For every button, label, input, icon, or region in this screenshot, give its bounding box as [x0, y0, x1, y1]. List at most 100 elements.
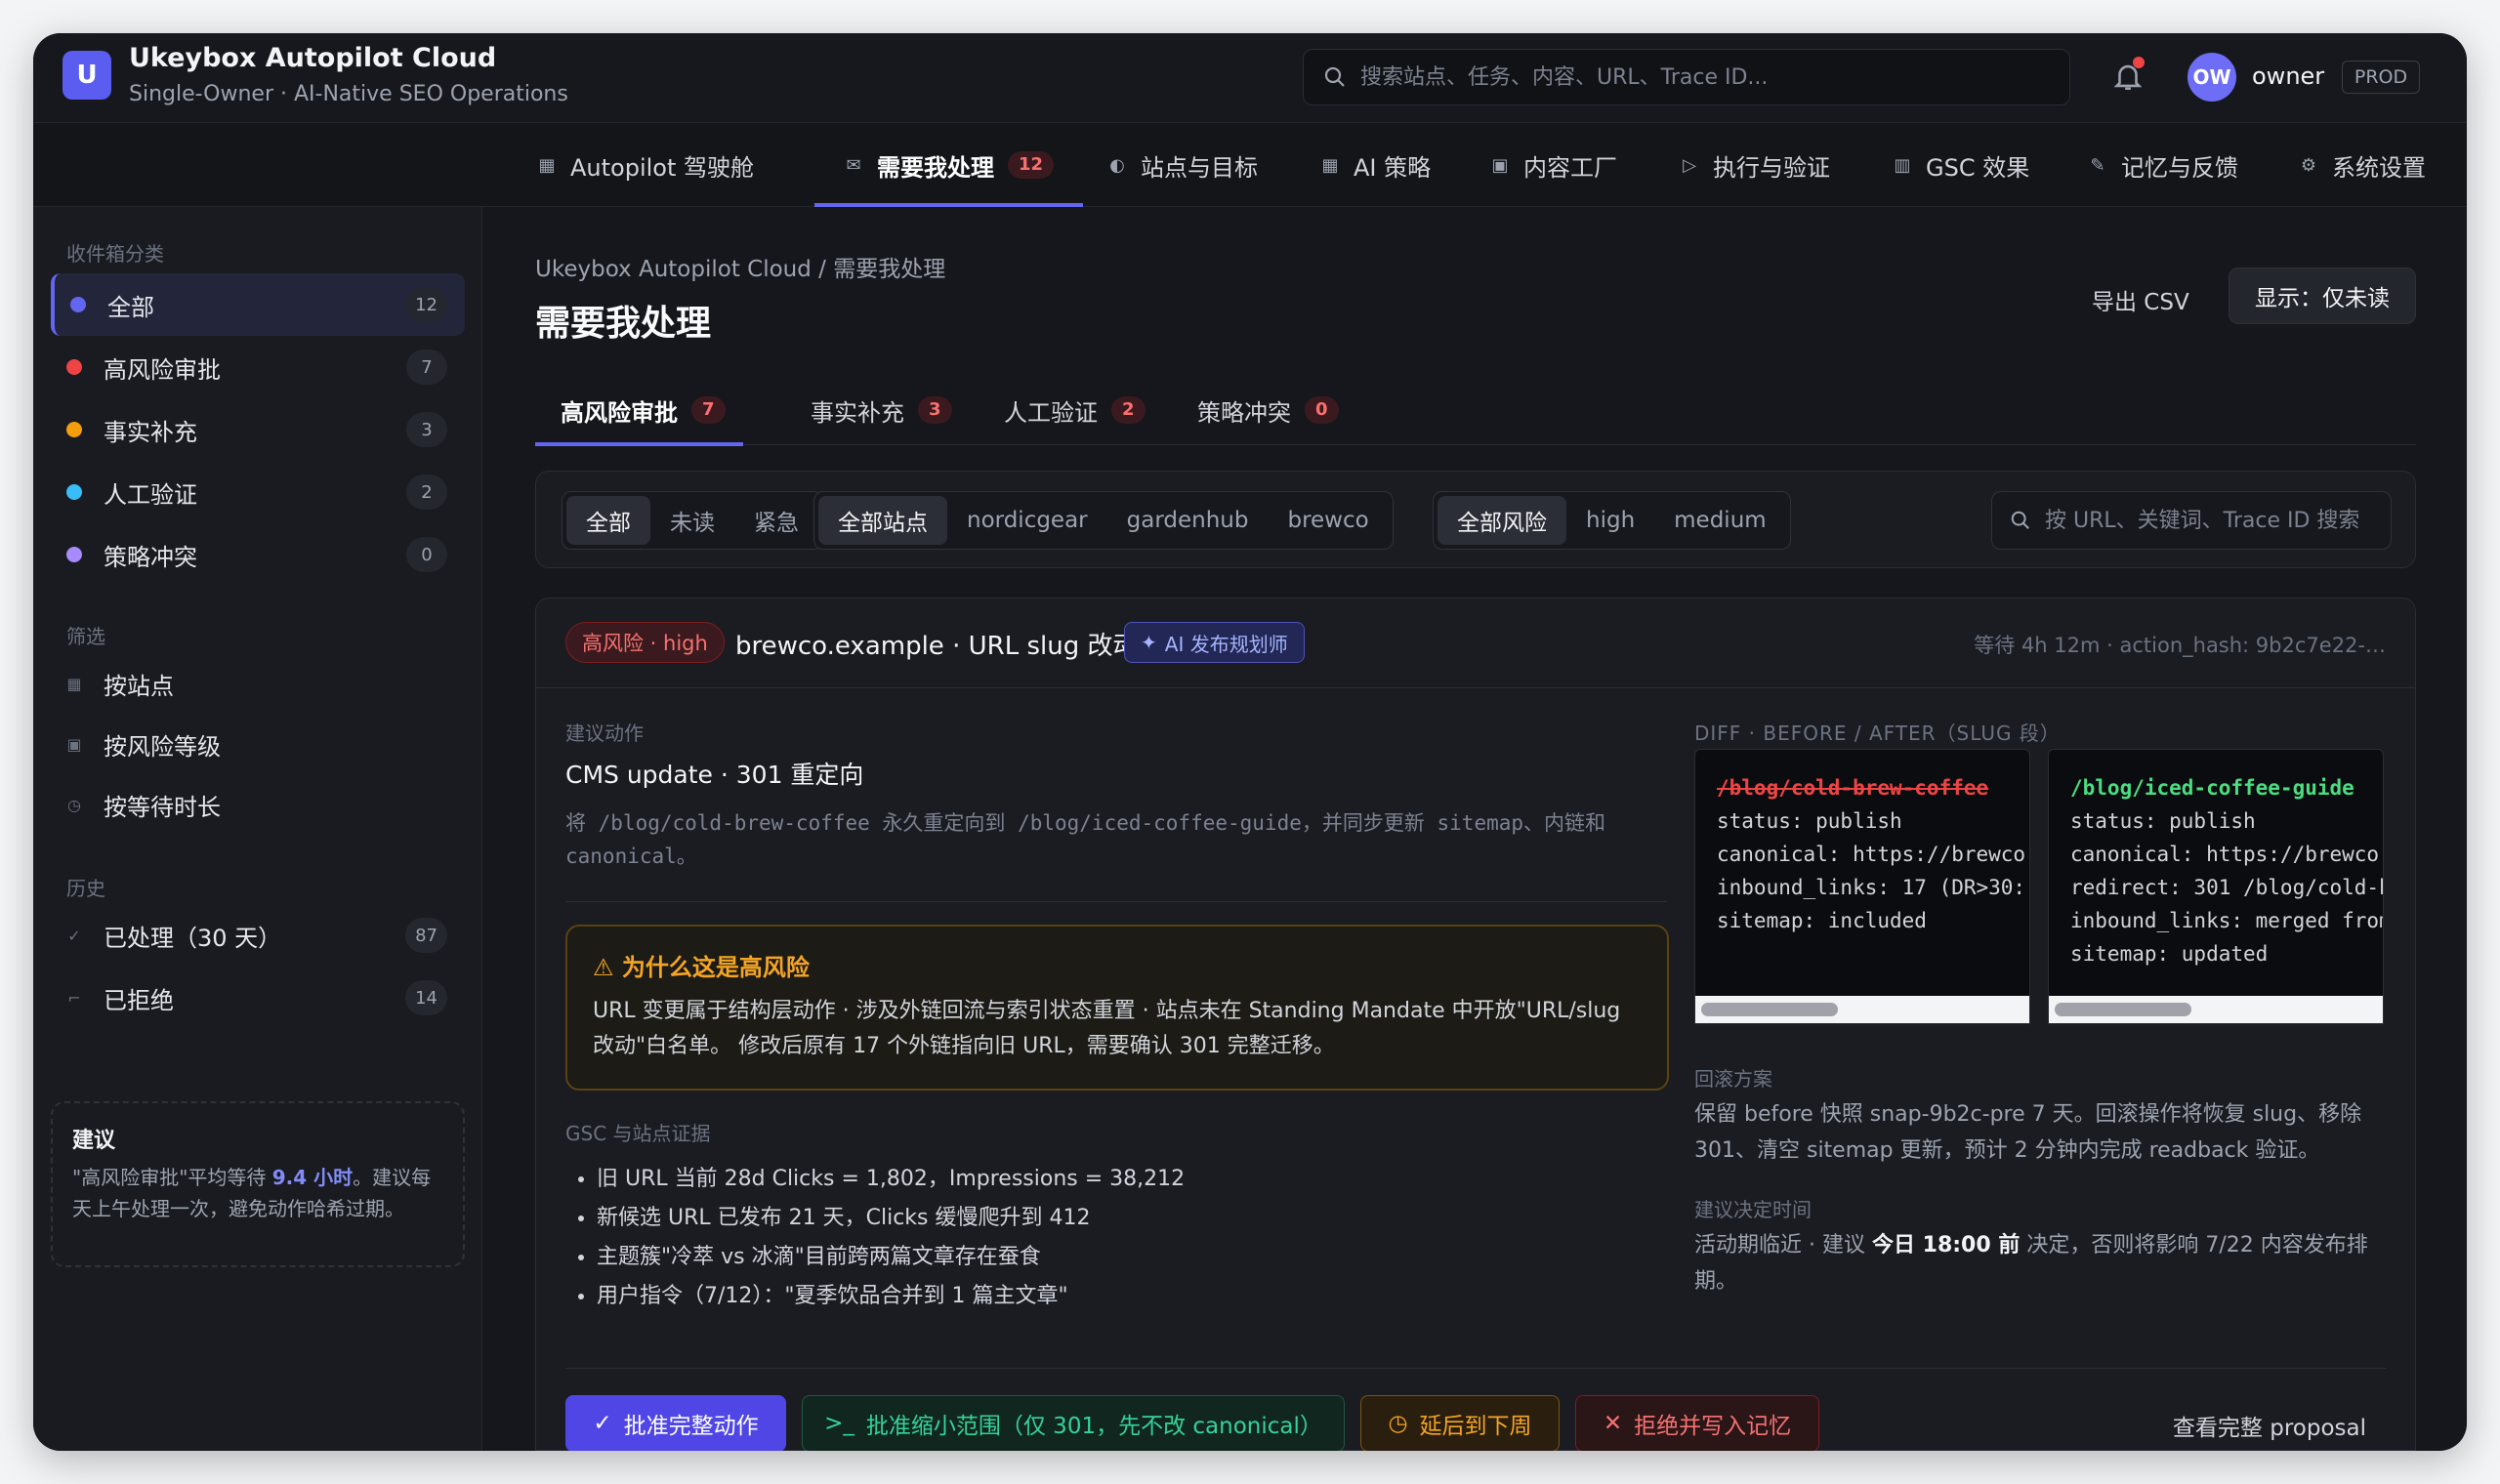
rollback-text: 保留 before 快照 snap-9b2c-pre 7 天。回滚操作将恢复 s… — [1694, 1102, 2362, 1163]
sidebar-item-label: 已拒绝 — [104, 986, 174, 1014]
global-search-input[interactable] — [1360, 64, 2044, 90]
filter-search-input[interactable] — [2045, 508, 2377, 533]
sidebar-history-processed[interactable]: ✓ 已处理（30 天） 87 — [51, 904, 465, 967]
diff-before-code: /blog/cold-brew-coffee status: publish c… — [1695, 750, 2029, 959]
scrollbar-thumb[interactable] — [1701, 1003, 1838, 1016]
top-bar: U Ukeybox Autopilot Cloud Single-Owner ·… — [33, 33, 2467, 123]
approve-narrow-button[interactable]: >_ 批准缩小范围（仅 301，先不改 canonical） — [802, 1395, 1345, 1451]
show-unread-button[interactable]: 显示：仅未读 — [2229, 268, 2416, 324]
evidence-list: 旧 URL 当前 28d Clicks = 1,802，Impressions … — [565, 1160, 1669, 1316]
nav-inbox[interactable]: ✉ 需要我处理 12 — [813, 123, 1084, 207]
nav-autopilot[interactable]: ▦ Autopilot 驾驶舱 — [537, 123, 754, 207]
code-line: redirect: 301 /blog/cold-brew-coffee — [2070, 876, 2383, 899]
filter-urgent[interactable]: 紧急 — [734, 496, 818, 545]
sidebar-item-high-risk[interactable]: 高风险审批 7 — [51, 336, 465, 398]
filter-unread[interactable]: 未读 — [650, 496, 734, 545]
sidebar-item-label: 高风险审批 — [104, 355, 221, 384]
why-title: ⚠ 为什么这是高风险 — [593, 948, 1642, 982]
filter-site-gardenhub[interactable]: gardenhub — [1107, 496, 1269, 545]
nav-settings[interactable]: ⚙ 系统设置 — [2299, 123, 2426, 207]
sidebar-count: 12 — [405, 287, 447, 322]
action-description: 将 /blog/cold-brew-coffee 永久重定向到 /blog/ic… — [565, 811, 1606, 868]
sidebar-filter-site[interactable]: ▦ 按站点 — [51, 652, 465, 715]
nav-count-badge: 12 — [1008, 151, 1055, 179]
global-search[interactable] — [1303, 49, 2070, 105]
sidebar-count: 7 — [406, 350, 447, 385]
user-name[interactable]: owner — [2252, 62, 2324, 90]
sidebar-item-facts[interactable]: 事实补充 3 — [51, 398, 465, 461]
sidebar-item-label: 按站点 — [104, 672, 174, 700]
list-item: 用户指令（7/12）："夏季饮品合并到 1 篇主文章" — [597, 1277, 1669, 1316]
filter-site-nordicgear[interactable]: nordicgear — [947, 496, 1107, 545]
nav-gsc[interactable]: ▥ GSC 效果 — [1893, 123, 2029, 207]
terminal-icon: >_ — [824, 1411, 854, 1436]
nav-content-factory[interactable]: ▣ 内容工厂 — [1490, 123, 1617, 207]
nav-sites[interactable]: ◐ 站点与目标 — [1107, 123, 1258, 207]
tab-facts[interactable]: 事实补充 3 — [811, 375, 952, 445]
nav-ai-strategy[interactable]: ▦ AI 策略 — [1320, 123, 1431, 207]
tab-conflict[interactable]: 策略冲突 0 — [1197, 375, 1339, 445]
horizontal-scrollbar[interactable] — [1695, 996, 2029, 1023]
export-csv-button[interactable]: 导出 CSV — [2092, 283, 2189, 316]
sidebar-history-rejected[interactable]: ⌐ 已拒绝 14 — [51, 967, 465, 1029]
deadline-text: 活动期临近 · 建议 今日 18:00 前 决定，否则将影响 7/22 内容发布… — [1694, 1227, 2384, 1299]
reject-icon: ⌐ — [67, 988, 81, 1008]
grid-icon: ▦ — [538, 154, 556, 176]
sidebar-filter-risk[interactable]: ▣ 按风险等级 — [51, 713, 465, 775]
defer-button[interactable]: ◷ 延后到下周 — [1360, 1395, 1560, 1451]
filter-search[interactable] — [1991, 491, 2392, 550]
view-proposal-link[interactable]: 查看完整 proposal — [2173, 1409, 2366, 1442]
list-item: 新候选 URL 已发布 21 天，Clicks 缓慢爬升到 412 — [597, 1199, 1669, 1238]
clock-icon: ◷ — [1388, 1411, 1408, 1436]
button-label: 批准缩小范围（仅 301，先不改 canonical） — [865, 1414, 1322, 1439]
sidebar-filter-wait[interactable]: ◷ 按等待时长 — [51, 773, 465, 836]
diff-before-panel[interactable]: /blog/cold-brew-coffee status: publish c… — [1694, 749, 2030, 1024]
approve-button[interactable]: ✓ 批准完整动作 — [565, 1395, 786, 1451]
deadline-highlight: 今日 18:00 前 — [1871, 1233, 2021, 1257]
sidebar-item-label: 已处理（30 天） — [104, 924, 282, 952]
check-icon: ✓ — [67, 926, 81, 945]
filter-risk-medium[interactable]: medium — [1654, 496, 1786, 545]
pencil-icon: ✎ — [2090, 154, 2105, 176]
tab-high-risk[interactable]: 高风险审批 7 — [535, 375, 743, 446]
sidebar-item-label: 按风险等级 — [104, 732, 221, 761]
diff-after-code: /blog/iced-coffee-guide status: publish … — [2049, 750, 2383, 992]
risk-badge: 高风险 · high — [565, 622, 725, 663]
avatar[interactable]: OW — [2188, 53, 2236, 102]
tip-title: 建议 — [72, 1129, 116, 1153]
nav-label: AI 策略 — [1354, 153, 1432, 182]
diff-after-panel[interactable]: /blog/iced-coffee-guide status: publish … — [2048, 749, 2384, 1024]
rollback-label: 回滚方案 — [1694, 1067, 1772, 1091]
sidebar-count: 87 — [405, 918, 447, 953]
nav-execution[interactable]: ▷ 执行与验证 — [1680, 123, 1830, 207]
tab-label: 高风险审批 — [561, 398, 678, 427]
app-logo[interactable]: U — [62, 51, 111, 100]
grid-icon: ▦ — [1321, 154, 1339, 176]
tab-count: 3 — [918, 396, 952, 424]
filter-all[interactable]: 全部 — [566, 496, 650, 545]
nav-memory[interactable]: ✎ 记忆与反馈 — [2088, 123, 2238, 207]
horizontal-scrollbar[interactable] — [2049, 996, 2383, 1023]
nav-label: 需要我处理 — [877, 153, 994, 182]
scrollbar-thumb[interactable] — [2055, 1003, 2191, 1016]
filter-all-risk[interactable]: 全部风险 — [1438, 496, 1566, 545]
deadline-text-part: 活动期临近 · 建议 — [1694, 1233, 1872, 1257]
filter-all-sites[interactable]: 全部站点 — [818, 496, 947, 545]
sidebar-item-conflict[interactable]: 策略冲突 0 — [51, 523, 465, 586]
tip-box: 建议 "高风险审批"平均等待 9.4 小时。建议每天上午处理一次，避免动作哈希过… — [51, 1101, 465, 1267]
breadcrumb[interactable]: Ukeybox Autopilot Cloud / 需要我处理 — [535, 250, 945, 283]
site-filter: 全部站点 nordicgear gardenhub brewco — [813, 491, 1394, 550]
sidebar-heading-history: 历史 — [66, 877, 105, 900]
tab-count: 0 — [1305, 396, 1339, 424]
search-icon — [1324, 66, 1345, 87]
tip-text-part: "高风险审批"平均等待 — [72, 1166, 272, 1189]
sidebar-item-all[interactable]: 全部 12 — [51, 273, 465, 336]
tab-manual-verify[interactable]: 人工验证 2 — [1004, 375, 1146, 445]
filter-site-brewco[interactable]: brewco — [1268, 496, 1388, 545]
sidebar-item-manual-verify[interactable]: 人工验证 2 — [51, 461, 465, 523]
proposal-card: 高风险 · high brewco.example · URL slug 改动 … — [535, 598, 2416, 1451]
diff-before-slug: /blog/cold-brew-coffee — [1717, 776, 1989, 800]
filter-risk-high[interactable]: high — [1566, 496, 1654, 545]
reject-button[interactable]: ✕ 拒绝并写入记忆 — [1575, 1395, 1819, 1451]
gear-icon: ⚙ — [2300, 154, 2317, 176]
